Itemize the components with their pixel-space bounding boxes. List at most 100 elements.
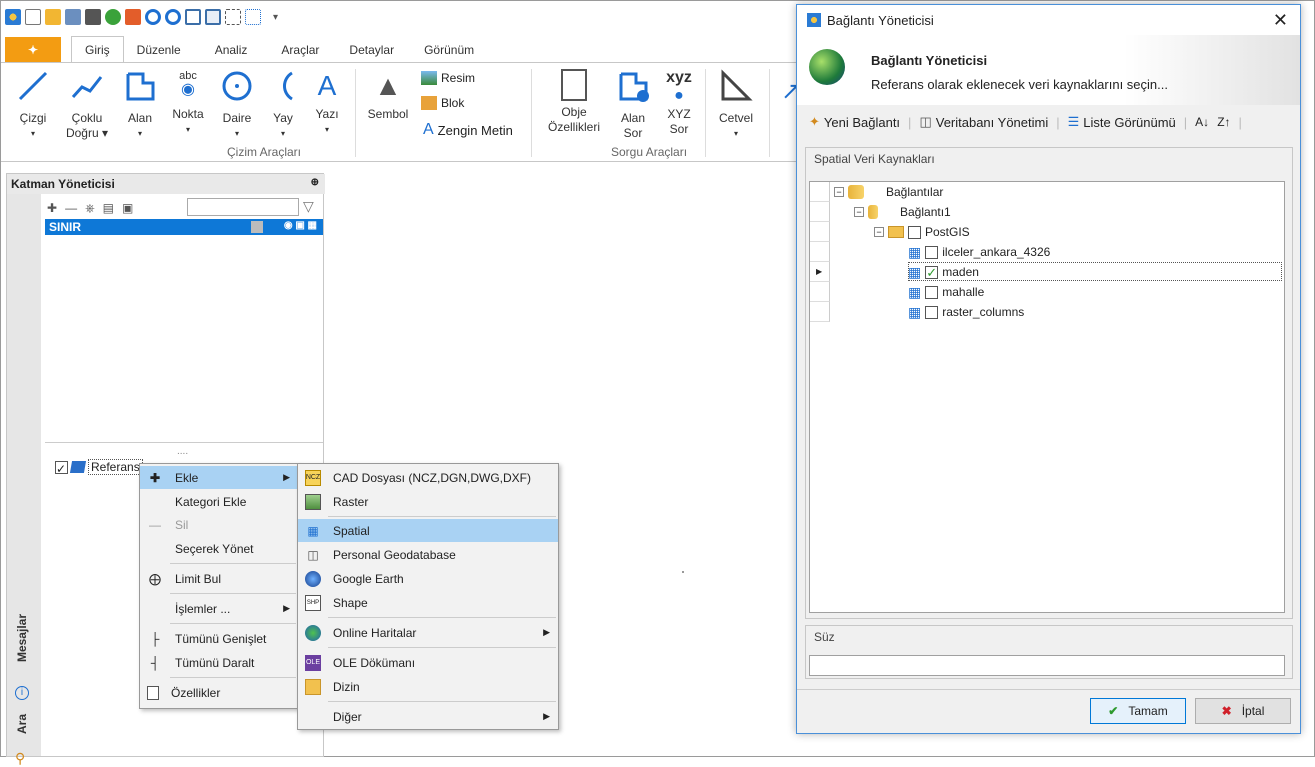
lock-icon[interactable]: ▣ — [122, 201, 133, 215]
redo-icon[interactable] — [165, 9, 181, 25]
submenu-item-cad[interactable]: NCZ CAD Dosyası (NCZ,DGN,DWG,DXF) — [298, 466, 558, 489]
menu-item-sil[interactable]: — Sil — [140, 513, 298, 536]
collapse-icon[interactable]: − — [854, 207, 864, 217]
postgis-checkbox[interactable] — [908, 225, 921, 239]
xyz-sor-button[interactable]: xyz ● XYZ Sor — [659, 69, 699, 137]
row-header[interactable] — [810, 282, 830, 302]
tree-node-postgis[interactable]: − PostGIS — [874, 222, 970, 242]
submenu-item-online-haritalar[interactable]: Online Haritalar ▶ — [298, 621, 558, 644]
submenu-item-google-earth[interactable]: Google Earth — [298, 567, 558, 590]
select-frame-icon[interactable] — [225, 9, 241, 25]
qat-dropdown-icon[interactable]: ▾ — [273, 12, 278, 23]
tab-analiz[interactable]: Analiz — [202, 37, 261, 63]
row-header[interactable]: ▶ — [810, 262, 830, 282]
undo-icon[interactable] — [145, 9, 161, 25]
submenu-item-spatial[interactable]: ▦ Spatial — [298, 519, 558, 542]
sort-desc-icon[interactable]: Z↑ — [1217, 115, 1230, 129]
tab-detaylar[interactable]: Detaylar — [336, 37, 407, 63]
zengin-metin-button[interactable]: A Zengin Metin — [423, 121, 513, 139]
row-header[interactable] — [810, 202, 830, 222]
database-management-button[interactable]: ◫ Veritabanı Yönetimi — [919, 114, 1048, 130]
menu-item-kategori-ekle[interactable]: Kategori Ekle — [140, 490, 298, 513]
sembol-button[interactable]: ▲ Sembol — [363, 69, 413, 122]
tree-node-table[interactable]: ▦ mahalle — [908, 282, 984, 302]
alan-sor-button[interactable]: Alan Sor — [611, 69, 655, 141]
filter-layer-icon[interactable]: ⎈ — [85, 201, 95, 216]
row-header[interactable] — [810, 182, 830, 202]
layer-search-input[interactable] — [187, 198, 299, 216]
menu-item-tumunu-daralt[interactable]: ┤ Tümünü Daralt — [140, 651, 298, 674]
cizgi-button[interactable]: Çizgi ▾ — [11, 69, 55, 141]
menu-item-islemler[interactable]: İşlemler ... ▶ — [140, 597, 298, 620]
row-header[interactable] — [810, 242, 830, 262]
collapse-icon[interactable]: − — [834, 187, 844, 197]
obje-ozellikleri-button[interactable]: Obje Özellikleri — [541, 69, 607, 135]
table-checkbox[interactable] — [925, 305, 939, 319]
collapse-icon[interactable]: − — [874, 227, 884, 237]
ok-button[interactable]: ✔ Tamam — [1090, 698, 1186, 724]
new-file-icon[interactable] — [25, 9, 41, 25]
zoom-window-icon[interactable] — [245, 9, 261, 25]
nokta-button[interactable]: abc ◉ Nokta ▾ — [167, 69, 209, 137]
plugin-icon[interactable] — [125, 9, 141, 25]
layer-state-icons[interactable]: ◉ ▣ ▦ — [284, 220, 317, 231]
tree-node-table[interactable]: ▦ raster_columns — [908, 302, 1024, 322]
table-icon[interactable] — [205, 9, 221, 25]
cancel-button[interactable]: ✖ İptal — [1195, 698, 1291, 724]
tab-duzenle[interactable]: Düzenle — [124, 37, 194, 63]
submenu-item-dizin[interactable]: Dizin — [298, 675, 558, 698]
row-header[interactable] — [810, 222, 830, 242]
tree-node-table[interactable]: ▦ ✓ maden — [908, 262, 979, 282]
submenu-item-shape[interactable]: SHP Shape — [298, 591, 558, 614]
add-icon[interactable]: ✚ — [47, 201, 57, 215]
sort-asc-icon[interactable]: A↓ — [1195, 115, 1209, 129]
referans-tree-item[interactable]: ✓ Referans — [55, 459, 143, 476]
list-view-button[interactable]: ☰ Liste Görünümü — [1068, 114, 1176, 130]
pin-icon[interactable]: ⊕ — [311, 177, 319, 188]
submenu-item-ole[interactable]: OLE OLE Dökümanı — [298, 651, 558, 674]
row-header[interactable] — [810, 302, 830, 322]
menu-item-tumunu-genislet[interactable]: ├ Tümünü Genişlet — [140, 627, 298, 650]
splitter-handle[interactable]: .... — [177, 446, 188, 457]
filter-icon[interactable]: ▽ — [303, 198, 314, 215]
properties-icon[interactable]: ▤ — [103, 201, 114, 215]
save-as-icon[interactable] — [65, 9, 81, 25]
yay-button[interactable]: Yay ▾ — [263, 69, 303, 141]
tab-araclar[interactable]: Araçlar — [268, 37, 332, 63]
table-checkbox[interactable]: ✓ — [925, 265, 939, 279]
coklu-dogru-button[interactable]: Çoklu Doğru ▾ — [61, 69, 113, 141]
selected-layer-row[interactable]: SINIR ◉ ▣ ▦ — [45, 219, 323, 235]
tab-mesajlar[interactable]: Mesajlar — [15, 614, 29, 662]
menu-item-ozellikler[interactable]: Özellikler — [140, 681, 298, 704]
menu-item-ekle[interactable]: ✚ Ekle ▶ — [140, 466, 298, 489]
submenu-item-raster[interactable]: Raster — [298, 490, 558, 513]
table-checkbox[interactable] — [925, 245, 939, 259]
menu-item-secerek-yonet[interactable]: Seçerek Yönet — [140, 537, 298, 560]
alan-button[interactable]: Alan ▾ — [119, 69, 161, 141]
remove-icon[interactable]: — — [65, 201, 77, 215]
referans-checkbox[interactable]: ✓ — [55, 460, 68, 476]
search-icon[interactable]: ⚲ — [15, 750, 25, 767]
cetvel-button[interactable]: Cetvel ▾ — [713, 69, 759, 141]
resim-button[interactable]: Resim — [421, 71, 475, 85]
submenu-item-diger[interactable]: Diğer ▶ — [298, 705, 558, 728]
submenu-item-personal-geodatabase[interactable]: ◫ Personal Geodatabase — [298, 543, 558, 566]
yazi-button[interactable]: A Yazı ▾ — [307, 69, 347, 137]
tree-node-baglantilar[interactable]: − Bağlantılar — [834, 182, 943, 202]
open-folder-icon[interactable] — [45, 9, 61, 25]
tree-node-table[interactable]: ▦ ilceler_ankara_4326 — [908, 242, 1050, 262]
info-icon[interactable]: i — [15, 686, 29, 700]
app-menu-button[interactable]: ✦ — [5, 37, 61, 63]
daire-button[interactable]: Daire ▾ — [215, 69, 259, 141]
help-icon[interactable] — [105, 9, 121, 25]
table-checkbox[interactable] — [925, 285, 939, 299]
grid-icon[interactable] — [185, 9, 201, 25]
close-icon[interactable]: ✕ — [1273, 10, 1288, 31]
blok-button[interactable]: Blok — [421, 96, 464, 110]
new-connection-button[interactable]: ✦ Yeni Bağlantı — [809, 114, 900, 130]
print-icon[interactable] — [85, 9, 101, 25]
app-logo-icon[interactable] — [5, 9, 21, 25]
menu-item-limit-bul[interactable]: ⨁ Limit Bul — [140, 567, 298, 590]
tab-ara[interactable]: Ara — [15, 714, 29, 734]
tree-node-baglanti1[interactable]: − Bağlantı1 — [854, 202, 951, 222]
